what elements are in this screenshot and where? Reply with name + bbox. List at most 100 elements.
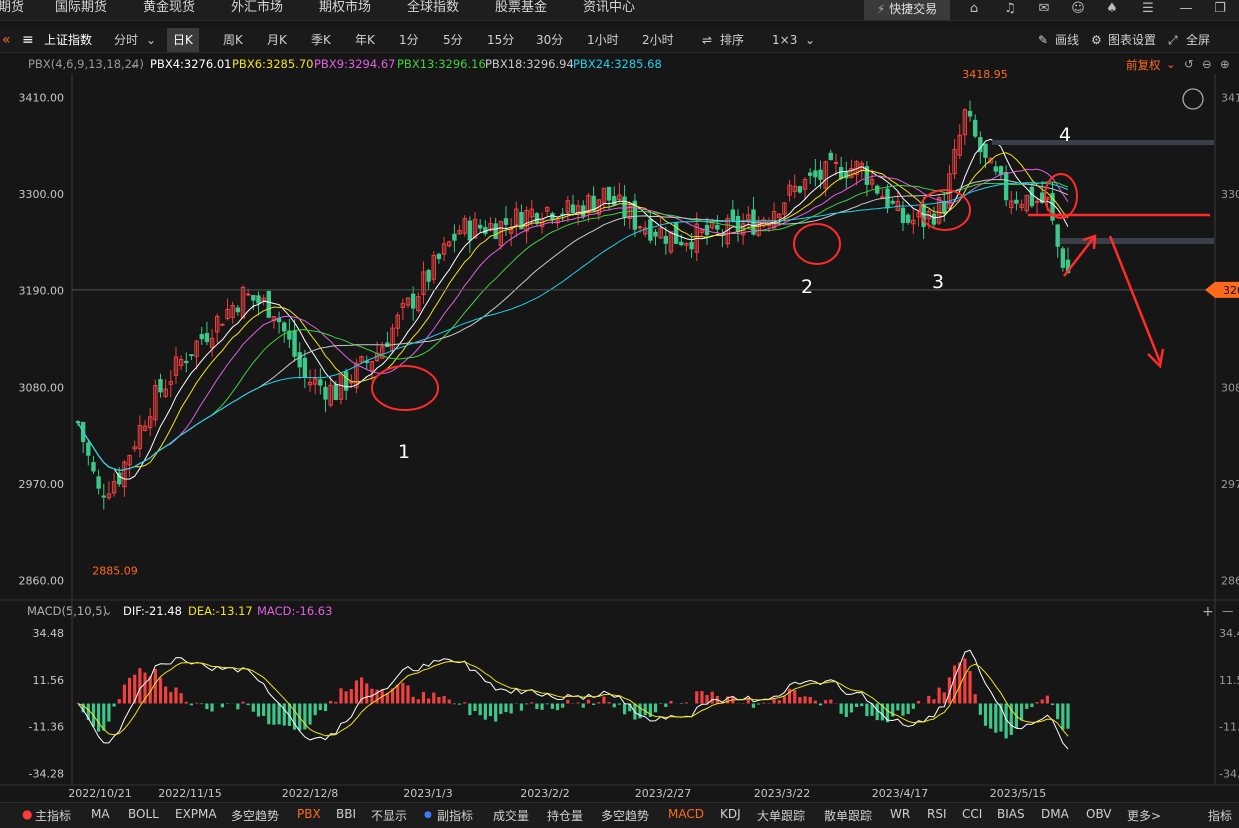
sort-icon[interactable]: ⇌: [702, 28, 712, 52]
tab-intraday[interactable]: 分时: [114, 28, 138, 52]
price-tick-label-right: 319: [1221, 285, 1239, 298]
fullscreen-button[interactable]: 全屏: [1186, 28, 1210, 52]
tab-yearly[interactable]: 年K: [355, 28, 375, 52]
tab-rsi[interactable]: RSI: [927, 807, 947, 821]
fullscreen-icon[interactable]: ⤢: [1168, 28, 1178, 52]
bell-icon[interactable]: ♫: [996, 0, 1024, 20]
tab-hide[interactable]: 不显示: [371, 807, 407, 824]
mail-icon[interactable]: ✉: [1030, 0, 1058, 20]
chevron-down-icon[interactable]: ⌄: [103, 604, 113, 618]
tab-weekly[interactable]: 周K: [223, 28, 243, 52]
tab-kdj[interactable]: KDJ: [720, 807, 741, 821]
tab-monthly[interactable]: 月K: [267, 28, 287, 52]
tab-sub-trend[interactable]: 多空趋势: [601, 807, 649, 824]
monitor-icon[interactable]: ⌂: [960, 0, 988, 20]
layout-chevron-icon[interactable]: ⌄: [805, 28, 815, 52]
nav-forex[interactable]: 外汇市场: [231, 0, 283, 16]
tab-open-interest[interactable]: 持仓量: [547, 807, 583, 824]
tab-30min[interactable]: 30分: [536, 28, 563, 52]
nav-options[interactable]: 期权市场: [319, 0, 371, 16]
menu-icon[interactable]: ☰: [1134, 0, 1162, 20]
candle-body: [700, 230, 703, 233]
chevron-down-icon[interactable]: ⌄: [146, 28, 156, 52]
pen-icon[interactable]: ✎: [1038, 28, 1048, 52]
minus-icon[interactable]: —: [1222, 604, 1234, 618]
draw-button[interactable]: 画线: [1055, 28, 1079, 52]
collapse-left-icon[interactable]: «: [2, 28, 11, 52]
undo-icon[interactable]: ↺: [1184, 57, 1194, 71]
candle-body: [448, 242, 451, 246]
pbx-line-18: [78, 180, 1068, 471]
minimize-icon[interactable]: —: [1172, 0, 1200, 20]
candle-body: [999, 167, 1002, 175]
tab-bias[interactable]: BIAS: [997, 807, 1025, 821]
zoom-out-icon[interactable]: ⊖: [1202, 57, 1212, 71]
main-indicator-label[interactable]: 主指标: [35, 807, 71, 824]
tab-quarterly[interactable]: 季K: [311, 28, 331, 52]
tab-big-order[interactable]: 大单跟踪: [757, 807, 805, 824]
tab-ma[interactable]: MA: [91, 807, 110, 821]
tab-wr[interactable]: WR: [890, 807, 910, 821]
restore-rights-select[interactable]: 前复权: [1126, 57, 1161, 73]
tab-15min[interactable]: 15分: [487, 28, 514, 52]
macd-bar: [1046, 696, 1049, 704]
indicator-name[interactable]: PBX(4,6,9,13,18,24): [28, 57, 144, 71]
tab-obv[interactable]: OBV: [1086, 807, 1112, 821]
tab-1hour[interactable]: 1小时: [587, 28, 619, 52]
macd-tick-label: -11.36: [29, 721, 64, 734]
macd-bar: [489, 704, 492, 717]
candle-body: [107, 494, 110, 498]
tab-expma[interactable]: EXPMA: [175, 807, 217, 821]
add-indicator-icon[interactable]: +: [1202, 604, 1214, 620]
tab-trend[interactable]: 多空趋势: [231, 807, 279, 824]
restore-window-icon[interactable]: ❐: [1206, 0, 1234, 20]
nav-global-index[interactable]: 全球指数: [407, 0, 459, 16]
quick-trade-button[interactable]: ⚡ 快捷交易: [864, 0, 950, 20]
chevron-down-icon[interactable]: ⌄: [129, 57, 139, 71]
chevron-down-icon[interactable]: ⌄: [1166, 57, 1176, 71]
price-tick-label-right: 297: [1221, 478, 1239, 491]
tab-pbx[interactable]: PBX: [297, 807, 321, 821]
nav-news[interactable]: 资讯中心: [583, 0, 635, 16]
tab-more[interactable]: 更多>: [1127, 807, 1161, 824]
zoom-in-icon[interactable]: ⊕: [1220, 57, 1230, 71]
sort-button[interactable]: 排序: [720, 28, 744, 52]
nav-stock-fund[interactable]: 股票基金: [495, 0, 547, 16]
macd-dif: DIF:-21.48: [123, 604, 182, 618]
macd-bar: [334, 702, 337, 704]
indicator-settings-label[interactable]: 指标: [1208, 807, 1232, 824]
shirt-icon[interactable]: ♠: [1098, 0, 1126, 20]
tab-2hour[interactable]: 2小时: [642, 28, 674, 52]
tab-daily[interactable]: 日K: [167, 28, 199, 52]
candle-body: [216, 316, 219, 331]
macd-bar: [747, 699, 750, 703]
tab-dma[interactable]: DMA: [1041, 807, 1069, 821]
macd-bar: [298, 704, 301, 731]
candle-body: [690, 242, 693, 248]
macd-bar: [876, 704, 879, 721]
macd-bar: [396, 685, 399, 704]
nav-intl-futures[interactable]: 国际期货: [55, 0, 107, 16]
candle-body: [783, 203, 786, 214]
tab-macd[interactable]: MACD: [668, 807, 704, 821]
layout-select[interactable]: 1×3: [772, 28, 797, 52]
tab-volume[interactable]: 成交量: [493, 807, 529, 824]
sub-indicator-label[interactable]: 副指标: [437, 807, 473, 824]
tab-boll[interactable]: BOLL: [128, 807, 159, 821]
tab-5min[interactable]: 5分: [443, 28, 463, 52]
nav-futures[interactable]: 期货: [0, 0, 24, 16]
nav-gold[interactable]: 黄金现货: [143, 0, 195, 16]
tab-1min[interactable]: 1分: [399, 28, 419, 52]
price-tick-label-right: 330: [1221, 188, 1239, 201]
candle-body: [587, 196, 590, 213]
tab-bbi[interactable]: BBI: [336, 807, 356, 821]
chart-settings-button[interactable]: 图表设置: [1108, 28, 1156, 52]
tab-small-order[interactable]: 散单跟踪: [824, 807, 872, 824]
candle-body: [819, 170, 822, 179]
hamburger-icon[interactable]: ≡: [22, 28, 34, 52]
macd-name[interactable]: MACD(5,10,5): [27, 604, 107, 618]
candle-body: [453, 234, 456, 240]
gear-icon[interactable]: ⚙: [1091, 28, 1102, 52]
tab-cci[interactable]: CCI: [962, 807, 982, 821]
user-icon[interactable]: ☺: [1064, 0, 1092, 20]
